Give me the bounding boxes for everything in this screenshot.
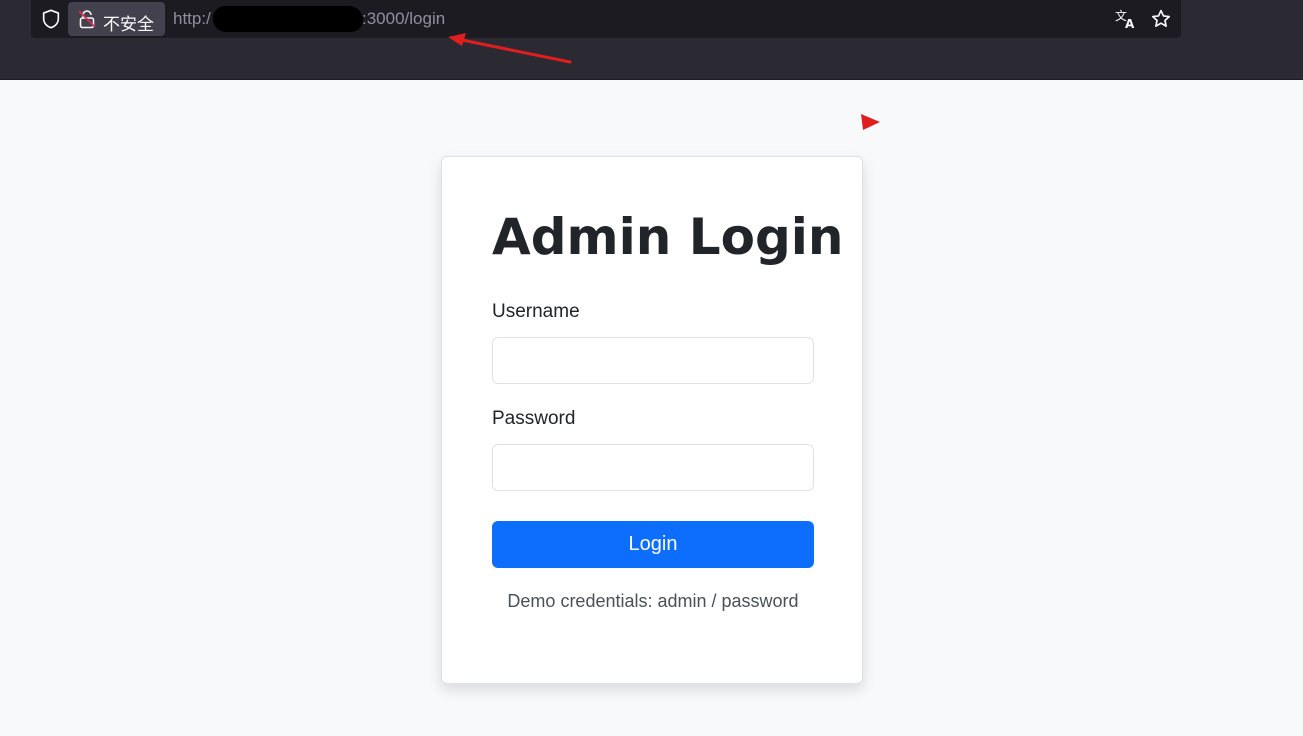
password-label: Password [492,408,576,429]
annotation-marker [861,114,880,130]
login-card: Admin Login Username Password Login Demo… [441,156,863,684]
translate-icon[interactable]: 文 A [1114,8,1138,30]
svg-text:A: A [1125,17,1135,30]
annotation-arrow [448,33,572,64]
demo-credentials-note: Demo credentials: admin / password [507,591,799,611]
star-icon[interactable] [1149,8,1173,30]
browser-toolbar: 不安全 http:/ :3000/login 文 A [0,0,1303,80]
username-input[interactable] [492,337,814,384]
security-label: 不安全 [103,15,154,35]
url-text-prefix[interactable]: http:/ [173,9,211,29]
password-input[interactable] [492,444,814,491]
username-label: Username [492,301,580,322]
url-redaction [213,6,363,32]
page-title: Admin Login [492,208,844,266]
site-security-indicator[interactable]: 不安全 [68,2,165,36]
url-text-suffix[interactable]: :3000/login [362,9,445,29]
login-button[interactable]: Login [492,521,814,568]
insecure-lock-icon [78,10,96,29]
shield-icon[interactable] [40,8,62,30]
